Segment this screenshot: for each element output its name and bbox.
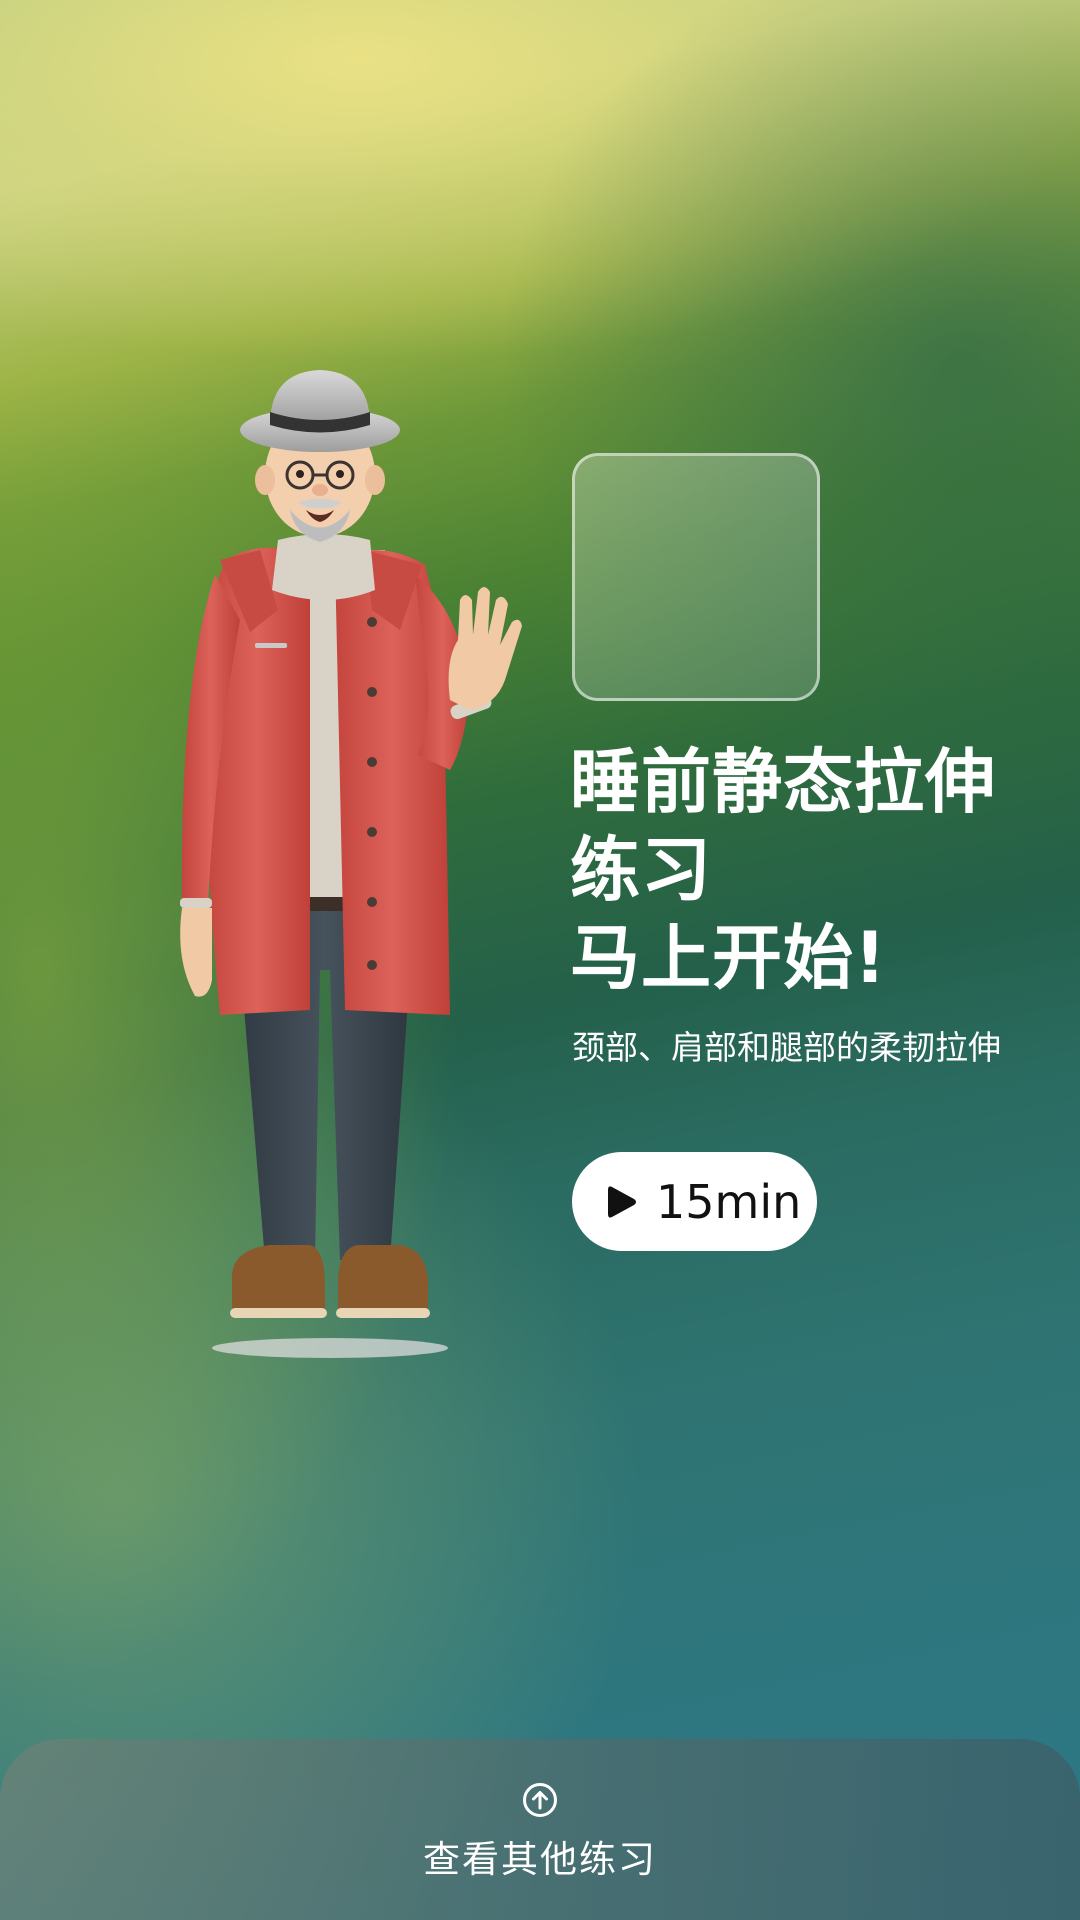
workout-start-screen: 睡前静态拉伸 练习 马上开始! 颈部、肩部和腿部的柔韧拉伸 15min 查看其他…: [0, 0, 1080, 1920]
waving-elderly-man-illustration: [180, 370, 522, 1358]
workout-subtitle: 颈部、肩部和腿部的柔韧拉伸: [572, 1028, 1001, 1067]
title-line-1: 睡前静态拉伸: [570, 741, 996, 823]
more-exercises-label[interactable]: 查看其他练习: [0, 1836, 1080, 1884]
scarf: [272, 534, 375, 600]
duration-label: 15min: [656, 1174, 802, 1229]
workout-title: 睡前静态拉伸 练习 马上开始!: [570, 738, 1040, 1002]
title-line-2: 练习: [570, 829, 712, 911]
play-icon: [608, 1185, 636, 1218]
more-exercises-sheet[interactable]: [0, 1739, 1080, 1920]
waving-hand: [448, 587, 522, 710]
left-hand: [180, 908, 212, 997]
arrow-up-circle-icon[interactable]: [522, 1782, 558, 1818]
start-workout-button[interactable]: 15min: [572, 1152, 817, 1251]
glass-placeholder-card: [572, 453, 820, 701]
title-line-3: 马上开始!: [570, 917, 887, 999]
ground-shadow: [212, 1338, 448, 1358]
right-shoe: [338, 1245, 428, 1318]
left-shoe: [231, 1245, 325, 1318]
